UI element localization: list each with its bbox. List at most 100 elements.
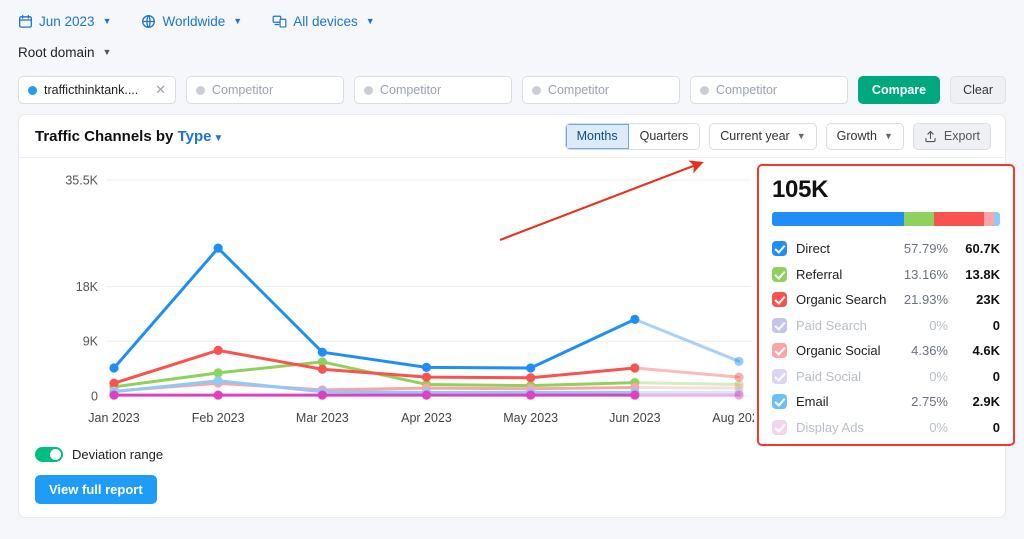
data-point[interactable]: [422, 373, 431, 382]
domain-color-dot: [196, 86, 205, 95]
series-line-forecast: [635, 319, 739, 361]
x-axis-tick-label: Mar 2023: [296, 411, 349, 425]
data-point[interactable]: [318, 348, 327, 357]
data-point[interactable]: [109, 379, 118, 388]
device-filter[interactable]: All devices ▼: [272, 14, 374, 29]
data-point[interactable]: [526, 363, 535, 372]
data-point[interactable]: [214, 244, 223, 253]
export-button[interactable]: Export: [913, 123, 991, 150]
competitor-input-1[interactable]: Competitor: [186, 76, 344, 104]
legend-row[interactable]: Paid Search0%0: [772, 313, 1000, 339]
channel-checkbox[interactable]: [772, 292, 787, 307]
location-label: Worldwide: [162, 14, 225, 29]
domain-scope-filter[interactable]: Root domain ▼: [18, 45, 111, 60]
line-chart: 09K18K35.5KJan 2023Feb 2023Mar 2023Apr 2…: [19, 158, 754, 448]
channel-checkbox[interactable]: [772, 343, 787, 358]
data-point[interactable]: [214, 368, 223, 377]
period-select-label: Current year: [720, 129, 789, 143]
card-header: Traffic Channels by Type▼ Months Quarter…: [19, 115, 1005, 158]
domain-color-dot: [364, 86, 373, 95]
channel-checkbox[interactable]: [772, 420, 787, 435]
data-point[interactable]: [630, 363, 639, 372]
channel-value: 2.9K: [948, 394, 1000, 409]
domain-chip-primary[interactable]: trafficthinktank.... ✕: [18, 76, 176, 104]
domain-color-dot: [532, 86, 541, 95]
y-axis-tick-label: 9K: [83, 335, 99, 349]
channel-name: Paid Social: [796, 369, 890, 384]
legend-row[interactable]: Direct57.79%60.7K: [772, 236, 1000, 262]
channel-value: 0: [948, 318, 1000, 333]
data-point[interactable]: [734, 390, 743, 399]
channel-legend-panel: 105K Direct57.79%60.7KReferral13.16%13.8…: [757, 164, 1015, 446]
competitor-input-3[interactable]: Competitor: [522, 76, 680, 104]
series-line-forecast: [635, 368, 739, 377]
tab-months[interactable]: Months: [566, 124, 629, 149]
data-point[interactable]: [734, 357, 743, 366]
channel-value: 23K: [948, 292, 1000, 307]
channel-checkbox[interactable]: [772, 241, 787, 256]
view-full-report-button[interactable]: View full report: [35, 475, 157, 504]
channel-percent: 0%: [890, 420, 948, 435]
channel-checkbox[interactable]: [772, 318, 787, 333]
card-toolbar: Months Quarters Current year ▼ Growth ▼ …: [565, 123, 991, 150]
tab-quarters[interactable]: Quarters: [629, 124, 700, 149]
data-point[interactable]: [318, 390, 327, 399]
legend-stack-segment: [904, 212, 934, 226]
devices-icon: [272, 14, 287, 29]
channel-name: Organic Social: [796, 343, 890, 358]
x-axis-tick-label: May 2023: [503, 411, 558, 425]
data-point[interactable]: [630, 315, 639, 324]
deviation-range-row: Deviation range: [35, 447, 163, 462]
chevron-down-icon[interactable]: ▼: [213, 133, 223, 144]
legend-row[interactable]: Organic Search21.93%23K: [772, 287, 1000, 313]
close-icon[interactable]: ✕: [151, 82, 166, 98]
data-point[interactable]: [422, 390, 431, 399]
channel-name: Organic Search: [796, 292, 890, 307]
x-axis-tick-label: Aug 2023: [712, 411, 754, 425]
channel-name: Display Ads: [796, 420, 890, 435]
date-range-filter[interactable]: Jun 2023 ▼: [18, 14, 111, 29]
legend-row[interactable]: Referral13.16%13.8K: [772, 262, 1000, 288]
data-point[interactable]: [109, 390, 118, 399]
legend-row[interactable]: Email2.75%2.9K: [772, 389, 1000, 415]
channel-checkbox[interactable]: [772, 394, 787, 409]
data-point[interactable]: [526, 373, 535, 382]
competitor-input-4[interactable]: Competitor: [690, 76, 848, 104]
period-select[interactable]: Current year ▼: [709, 123, 816, 150]
date-range-label: Jun 2023: [39, 14, 95, 29]
filter-row-primary: Jun 2023 ▼ Worldwide ▼ All devices: [18, 8, 1006, 34]
channel-percent: 0%: [890, 369, 948, 384]
data-point[interactable]: [214, 346, 223, 355]
data-point[interactable]: [318, 365, 327, 374]
data-point[interactable]: [630, 390, 639, 399]
channel-name: Direct: [796, 241, 890, 256]
y-axis-tick-label: 18K: [76, 280, 99, 294]
channel-value: 0: [948, 420, 1000, 435]
data-point[interactable]: [214, 376, 223, 385]
competitor-placeholder: Competitor: [548, 83, 670, 97]
metric-select[interactable]: Growth ▼: [826, 123, 904, 150]
x-axis-tick-label: Jan 2023: [88, 411, 139, 425]
legend-row[interactable]: Organic Social4.36%4.6K: [772, 338, 1000, 364]
title-type-dropdown[interactable]: Type: [178, 128, 212, 145]
legend-row[interactable]: Display Ads0%0: [772, 415, 1000, 441]
competitor-input-2[interactable]: Competitor: [354, 76, 512, 104]
legend-row[interactable]: Paid Social0%0: [772, 364, 1000, 390]
data-point[interactable]: [422, 363, 431, 372]
location-filter[interactable]: Worldwide ▼: [141, 14, 242, 29]
channel-checkbox[interactable]: [772, 369, 787, 384]
compare-button[interactable]: Compare: [858, 76, 940, 104]
channel-value: 13.8K: [948, 267, 1000, 282]
x-axis-tick-label: Jun 2023: [609, 411, 660, 425]
series-line-forecast: [635, 387, 739, 388]
deviation-range-toggle[interactable]: [35, 447, 63, 462]
legend-stack-segment: [994, 212, 1000, 226]
data-point[interactable]: [109, 363, 118, 372]
channel-checkbox[interactable]: [772, 267, 787, 282]
data-point[interactable]: [526, 390, 535, 399]
data-point[interactable]: [214, 390, 223, 399]
clear-button[interactable]: Clear: [950, 76, 1006, 104]
chevron-down-icon: ▼: [103, 16, 112, 26]
x-axis-tick-label: Feb 2023: [192, 411, 245, 425]
data-point[interactable]: [734, 373, 743, 382]
